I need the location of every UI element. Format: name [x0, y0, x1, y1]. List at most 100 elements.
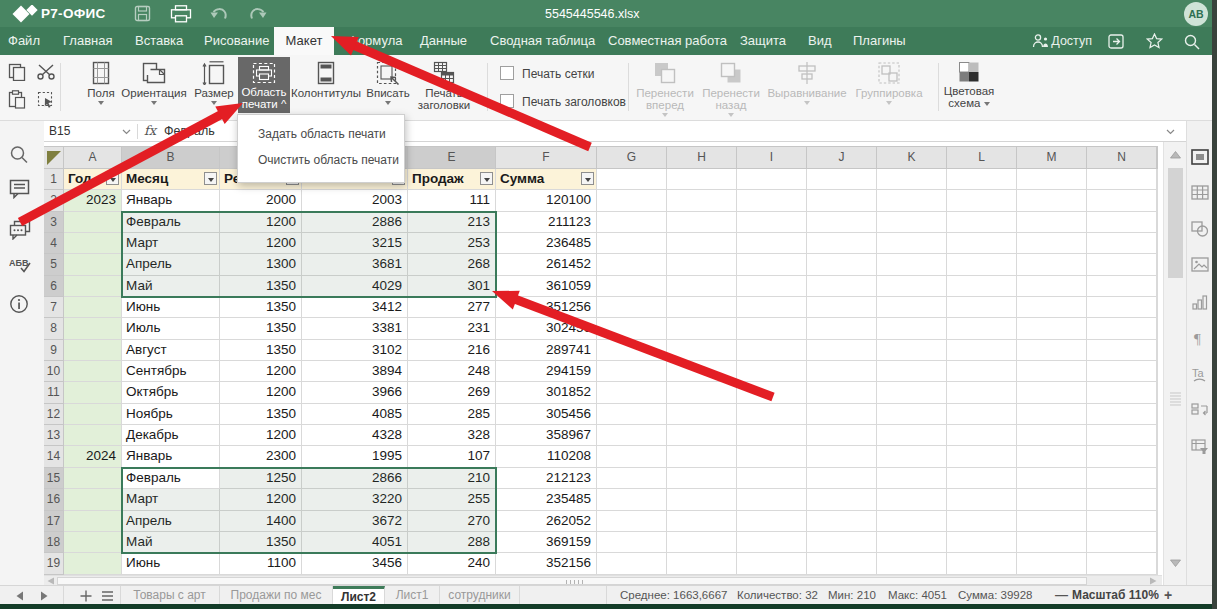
cell[interactable]: Июнь	[122, 553, 220, 574]
cell[interactable]	[877, 468, 947, 489]
group-button[interactable]: Группировка	[852, 57, 926, 106]
cell[interactable]	[1087, 212, 1157, 233]
cell[interactable]	[667, 276, 737, 297]
row-header-6[interactable]: 6	[44, 276, 64, 297]
cell[interactable]	[807, 340, 877, 361]
cell[interactable]: 3456	[302, 553, 408, 574]
textart-settings-icon[interactable]: Ta	[1191, 367, 1209, 384]
column-header-partial[interactable]	[1157, 146, 1158, 169]
bring-forward-button[interactable]: Перенести вперед	[634, 57, 696, 118]
cell[interactable]: 1350	[220, 532, 302, 553]
cell[interactable]: 1100	[220, 553, 302, 574]
cell[interactable]	[947, 361, 1017, 382]
orientation-button[interactable]: Ориентация	[119, 57, 189, 106]
cell[interactable]	[947, 297, 1017, 318]
cell[interactable]	[667, 297, 737, 318]
cell[interactable]: Февраль	[122, 468, 220, 489]
cell[interactable]	[64, 511, 122, 532]
cell[interactable]	[737, 254, 807, 275]
cell[interactable]: 210	[408, 468, 496, 489]
cell[interactable]	[947, 511, 1017, 532]
cell[interactable]: 1995	[302, 446, 408, 467]
cell[interactable]	[1157, 254, 1158, 275]
zoom-out-button[interactable]: —	[1055, 586, 1068, 603]
cell[interactable]	[807, 212, 877, 233]
cell[interactable]	[947, 553, 1017, 574]
row-header-1[interactable]: 1	[44, 169, 64, 190]
cell[interactable]	[737, 489, 807, 510]
favorite-star-icon[interactable]	[1146, 33, 1163, 49]
spreadsheet-grid[interactable]: ABCDEFGHIJKLMN1ГодМесяцРекламаПосетителе…	[44, 146, 1162, 575]
cell[interactable]	[64, 489, 122, 510]
pivot-settings-icon[interactable]	[1191, 439, 1209, 455]
cell[interactable]	[1157, 511, 1158, 532]
cell[interactable]	[1017, 489, 1087, 510]
cell[interactable]	[877, 446, 947, 467]
scroll-up-icon[interactable]	[1170, 151, 1181, 159]
cell[interactable]	[597, 446, 667, 467]
cell[interactable]: 1200	[220, 212, 302, 233]
cell[interactable]: 2000	[220, 190, 302, 211]
cell[interactable]	[1087, 276, 1157, 297]
cell[interactable]: 213	[408, 212, 496, 233]
cell[interactable]: 261452	[496, 254, 597, 275]
cell[interactable]	[1087, 425, 1157, 446]
cell[interactable]	[877, 297, 947, 318]
cell[interactable]: 107	[408, 446, 496, 467]
menu-tab-5[interactable]: Макет	[274, 27, 334, 55]
cell[interactable]	[807, 532, 877, 553]
cell[interactable]	[597, 254, 667, 275]
cell[interactable]	[1017, 276, 1087, 297]
cell[interactable]	[1157, 297, 1158, 318]
cell[interactable]: Декабрь	[122, 425, 220, 446]
search-menu-icon[interactable]	[1184, 34, 1200, 50]
cell[interactable]	[64, 382, 122, 403]
cell[interactable]	[1087, 254, 1157, 275]
cell[interactable]	[877, 361, 947, 382]
cell[interactable]	[737, 404, 807, 425]
cell[interactable]: 235485	[496, 489, 597, 510]
cell[interactable]	[1157, 318, 1158, 339]
cell[interactable]: Октябрь	[122, 382, 220, 403]
cell[interactable]	[667, 532, 737, 553]
menu-tab-9[interactable]: Совместная работа	[608, 27, 727, 55]
cell[interactable]	[737, 340, 807, 361]
table-header-cell[interactable]: Месяц	[122, 169, 220, 190]
cell[interactable]	[667, 212, 737, 233]
cell[interactable]	[877, 233, 947, 254]
cell[interactable]	[807, 254, 877, 275]
cell[interactable]	[877, 212, 947, 233]
cell[interactable]	[877, 382, 947, 403]
cell[interactable]	[64, 361, 122, 382]
paste-icon[interactable]	[8, 90, 26, 109]
cell[interactable]	[737, 276, 807, 297]
column-header-I[interactable]: I	[737, 146, 807, 169]
menu-tab-11[interactable]: Вид	[808, 27, 832, 55]
cell[interactable]: 3894	[302, 361, 408, 382]
cell[interactable]	[1087, 233, 1157, 254]
cell[interactable]: Июнь	[122, 297, 220, 318]
filter-button[interactable]	[480, 172, 493, 185]
cell[interactable]: 1200	[220, 361, 302, 382]
row-header-4[interactable]: 4	[44, 233, 64, 254]
cell[interactable]	[64, 532, 122, 553]
headers-footers-button[interactable]: Колонтитулы	[288, 57, 364, 99]
cell[interactable]: 1200	[220, 233, 302, 254]
cell[interactable]	[807, 489, 877, 510]
column-header-F[interactable]: F	[496, 146, 597, 169]
scroll-right-icon[interactable]	[1149, 577, 1157, 585]
cell[interactable]	[597, 511, 667, 532]
select-icon[interactable]	[37, 91, 55, 109]
cell[interactable]	[667, 468, 737, 489]
cell[interactable]: 328	[408, 425, 496, 446]
cell[interactable]: Март	[122, 233, 220, 254]
cell[interactable]: 4051	[302, 532, 408, 553]
cell[interactable]	[667, 169, 737, 190]
cell[interactable]	[737, 297, 807, 318]
table-settings-icon[interactable]	[1191, 185, 1209, 200]
cell[interactable]	[947, 446, 1017, 467]
row-header-12[interactable]: 12	[44, 404, 64, 425]
cell[interactable]	[597, 318, 667, 339]
cell[interactable]	[597, 468, 667, 489]
cell[interactable]	[1017, 382, 1087, 403]
